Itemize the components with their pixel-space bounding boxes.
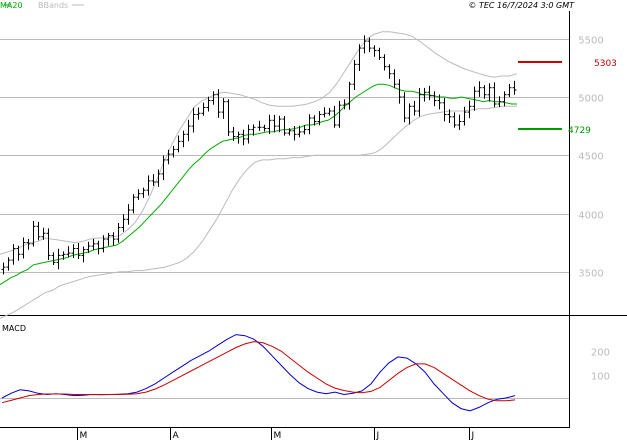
time-tick-label: M — [274, 431, 282, 440]
price-tick-label: 3500 — [578, 269, 603, 280]
bollinger-upper-band — [0, 31, 518, 255]
price-tick-label: 4500 — [578, 152, 603, 163]
price-tick-label: 4000 — [578, 211, 603, 222]
macd-tick-label: 200 — [591, 348, 610, 359]
macd-signal-line — [1, 341, 516, 404]
macd-line — [1, 334, 516, 412]
time-tick-label: M — [80, 431, 88, 440]
legend-ma20: MA20 — [0, 1, 23, 10]
time-tick-label: J — [376, 431, 380, 440]
time-tick-label: J — [471, 431, 475, 440]
chart-window: MA20 BBands © TEC 16/7/2024 3:0 GMT 5303… — [0, 0, 627, 440]
chart-canvas: MA20 BBands © TEC 16/7/2024 3:0 GMT 5303… — [0, 0, 627, 440]
bollinger-lower-band — [0, 105, 517, 319]
resistance-level-label: 5303 — [594, 59, 617, 69]
time-tick-label: A — [173, 431, 180, 440]
support-level-label: 4729 — [568, 126, 591, 136]
ma20-line — [0, 83, 517, 286]
macd-tick-label: 100 — [591, 372, 610, 383]
macd-title: MACD — [2, 324, 26, 333]
price-tick-label: 5000 — [578, 94, 603, 105]
legend-bbands: BBands — [38, 1, 68, 10]
copyright-text: © TEC 16/7/2024 3:0 GMT — [468, 1, 575, 10]
price-tick-label: 5500 — [578, 36, 603, 47]
